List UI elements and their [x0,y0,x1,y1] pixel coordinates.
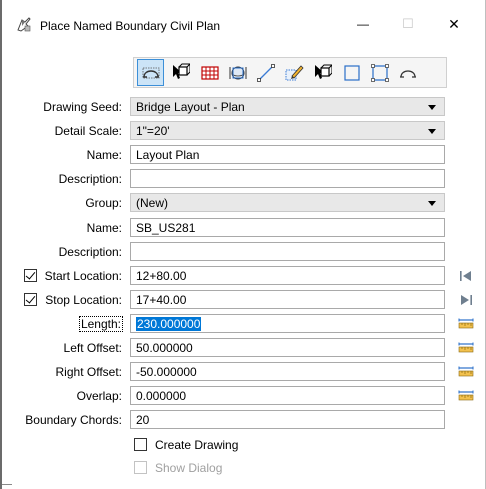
boundary-name-label: Name: [86,221,122,235]
create-drawing-checkbox[interactable] [134,438,147,451]
overlap-label: Overlap: [76,389,122,403]
length-label: Length: [78,316,124,332]
boundary-description-row: Description: [0,242,486,263]
measure-distance-icon[interactable] [457,363,475,381]
drawing-seed-row: Drawing Seed: Bridge Layout - Plan [0,97,486,118]
stop-location-checkbox[interactable] [24,293,37,306]
boundary-chords-row: Boundary Chords: 20 [0,410,486,431]
civil-plan-tool-button[interactable] [137,59,164,86]
overlap-row: Overlap: 0.000000 [0,386,486,407]
left-offset-field[interactable]: 50.000000 [130,338,445,357]
jump-to-start-icon[interactable] [457,267,475,285]
measure-distance-icon[interactable] [457,315,475,333]
placement-method-toolbar [133,57,447,88]
boundary-chords-field[interactable]: 20 [130,410,445,429]
element-tool-button[interactable] [280,59,307,86]
civil-profile-tool-button[interactable] [394,59,421,86]
app-icon [17,17,31,32]
minimize-icon: — [357,17,369,31]
drawing-description-row: Description: [0,169,486,190]
polygon-icon [370,63,389,82]
boundary-chords-label: Boundary Chords: [25,413,122,427]
right-offset-field[interactable]: -50.000000 [130,362,445,381]
select-element-tool-button[interactable] [308,59,335,86]
group-label: Group: [85,196,122,210]
boundary-name-row: Name: SB_US281 [0,218,486,239]
start-location-label: Start Location: [44,269,122,283]
length-row: Length: 230.000000 [0,314,486,335]
civil-plan-icon [142,67,159,78]
chevron-down-icon [428,201,436,206]
grid-tool-button[interactable] [196,59,223,86]
measure-distance-icon[interactable] [457,339,475,357]
show-dialog-row: Show Dialog [0,458,486,479]
length-field[interactable]: 230.000000 [130,314,445,333]
overlap-field[interactable]: 0.000000 [130,386,445,405]
measure-distance-icon[interactable] [457,387,475,405]
line-icon [256,63,275,82]
stop-location-field[interactable]: 17+40.00 [130,290,445,309]
rectangle-icon [343,64,360,81]
jump-to-end-icon[interactable] [457,291,475,309]
group-value: (New) [136,196,168,210]
divider [2,484,12,485]
detail-scale-row: Detail Scale: 1"=20' [0,121,486,142]
detail-scale-dropdown[interactable]: 1"=20' [130,121,445,140]
drawing-name-row: Name: Layout Plan [0,145,486,166]
detail-scale-value: 1"=20' [136,124,170,138]
two-points-icon [172,63,190,79]
rectangle-tool-button[interactable] [338,59,365,86]
drawing-description-label: Description: [58,172,122,186]
left-offset-label: Left Offset: [63,341,122,355]
boundary-description-label: Description: [58,245,122,259]
close-button[interactable]: ✕ [432,10,476,38]
left-offset-row: Left Offset: 50.000000 [0,338,486,359]
boundary-name-field[interactable]: SB_US281 [130,218,445,237]
start-location-checkbox[interactable] [24,269,37,282]
from-view-icon [229,66,246,79]
drawing-seed-label: Drawing Seed: [43,100,122,114]
civil-profile-icon [399,69,416,78]
minimize-button[interactable]: — [341,10,385,38]
drawing-description-field[interactable] [130,169,445,188]
from-view-tool-button[interactable] [224,59,251,86]
chevron-down-icon [428,129,436,134]
maximize-icon: ☐ [402,16,414,31]
drawing-name-field[interactable]: Layout Plan [130,145,445,164]
drawing-seed-dropdown[interactable]: Bridge Layout - Plan [130,97,445,116]
group-dropdown[interactable]: (New) [130,193,445,212]
show-dialog-label: Show Dialog [155,461,223,475]
window-title: Place Named Boundary Civil Plan [40,19,221,33]
right-offset-row: Right Offset: -50.000000 [0,362,486,383]
show-dialog-checkbox[interactable] [134,461,147,474]
polygon-tool-button[interactable] [366,59,393,86]
line-tool-button[interactable] [252,59,279,86]
detail-scale-label: Detail Scale: [54,124,122,138]
close-icon: ✕ [448,15,460,32]
title-bar[interactable]: Place Named Boundary Civil Plan — ☐ ✕ [2,0,485,44]
stop-location-row: Stop Location: 17+40.00 [0,290,486,311]
select-element-icon [314,64,332,79]
create-drawing-label[interactable]: Create Drawing [155,438,238,452]
chevron-down-icon [428,105,436,110]
stop-location-label: Stop Location: [45,293,122,307]
length-value: 230.000000 [136,317,202,331]
start-location-row: Start Location: 12+80.00 [0,266,486,287]
drawing-seed-value: Bridge Layout - Plan [136,100,245,114]
create-drawing-row: Create Drawing [0,435,486,456]
group-row: Group: (New) [0,193,486,214]
grid-icon [200,65,219,80]
boundary-description-field[interactable] [130,242,445,261]
maximize-button[interactable]: ☐ [386,10,430,38]
two-points-tool-button[interactable] [166,59,193,86]
drawing-name-label: Name: [86,148,122,162]
element-icon [285,64,304,80]
right-offset-label: Right Offset: [55,365,122,379]
start-location-field[interactable]: 12+80.00 [130,266,445,285]
